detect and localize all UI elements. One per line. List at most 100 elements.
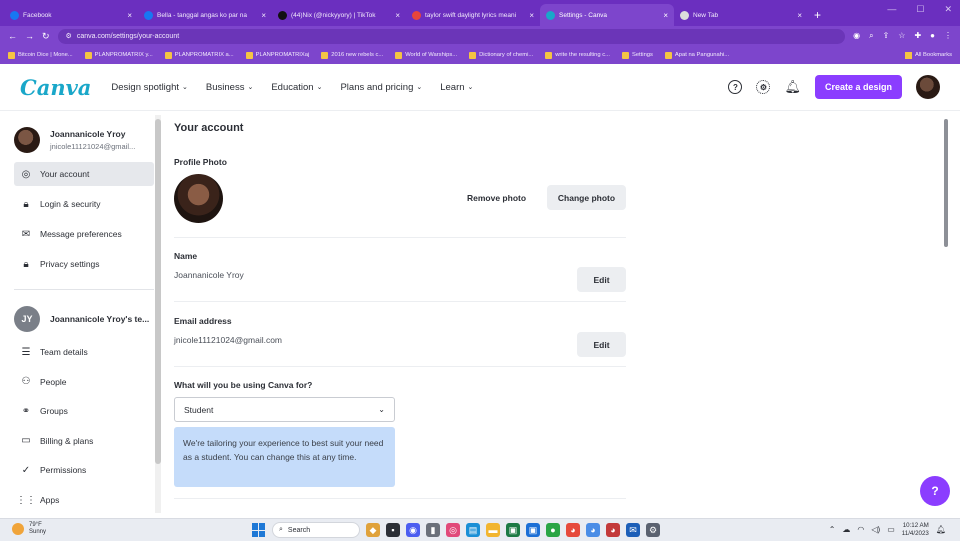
sidebar-item[interactable]: ◎ Your account bbox=[14, 162, 154, 186]
close-tab-icon[interactable]: × bbox=[395, 11, 400, 20]
clock-date: 11/4/2023 bbox=[901, 529, 929, 537]
account-avatar[interactable] bbox=[916, 75, 940, 99]
bookmark-item[interactable]: Dictionary of chemi... bbox=[469, 51, 533, 59]
notification-bell-icon[interactable]: 🔔︎ bbox=[936, 525, 946, 534]
url-field[interactable]: ⚙ canva.com/settings/your-account bbox=[57, 28, 846, 44]
nav-item[interactable]: Plans and pricing ⌄ bbox=[340, 82, 422, 93]
sidebar-scrollbar[interactable] bbox=[155, 115, 161, 513]
sidebar-item[interactable]: 🔒︎ Privacy settings bbox=[14, 252, 154, 276]
team-switcher[interactable]: JY Joannanicole Yroy's te... bbox=[14, 306, 149, 332]
bookmark-item[interactable]: World of Warships... bbox=[395, 51, 457, 59]
maximize-icon[interactable]: ☐ bbox=[916, 4, 924, 15]
sidebar-item[interactable]: ⚭ Groups bbox=[14, 399, 154, 423]
sidebar-item[interactable]: ✉ Message preferences bbox=[14, 222, 154, 246]
bookmark-item[interactable]: PLANPROMATRIXaj bbox=[245, 51, 309, 59]
sidebar-scroll-thumb[interactable] bbox=[155, 119, 161, 464]
nav-item[interactable]: Education ⌄ bbox=[271, 82, 322, 93]
store-icon[interactable]: ▤ bbox=[466, 523, 480, 537]
back-icon[interactable]: ← bbox=[8, 31, 17, 41]
chrome-icon[interactable]: ◕ bbox=[586, 523, 600, 537]
chrome-icon[interactable]: ◕ bbox=[606, 523, 620, 537]
sidebar-item[interactable]: ✓ Permissions bbox=[14, 458, 154, 482]
chrome-icon[interactable]: ◕ bbox=[566, 523, 580, 537]
sidebar-item[interactable]: ▭ Billing & plans bbox=[14, 429, 154, 453]
nav-item[interactable]: Business ⌄ bbox=[206, 82, 253, 93]
clock[interactable]: 10:12 AM 11/4/2023 bbox=[902, 522, 929, 537]
close-window-icon[interactable]: ✕ bbox=[944, 4, 952, 15]
bookmark-item[interactable]: Apat na Pangunahi... bbox=[664, 51, 729, 59]
browser-tab[interactable]: New Tab × bbox=[674, 4, 808, 26]
media-icon[interactable]: ◎ bbox=[446, 523, 460, 537]
profile-icon[interactable]: ● bbox=[930, 31, 935, 41]
remove-photo-button[interactable]: Remove photo bbox=[467, 193, 526, 203]
bookmark-item[interactable]: write the resulting c... bbox=[545, 51, 610, 59]
close-tab-icon[interactable]: × bbox=[663, 11, 668, 20]
bookmark-item[interactable]: PLANPROMATRIX y... bbox=[84, 51, 153, 59]
widgets-icon[interactable]: ▮ bbox=[426, 523, 440, 537]
weather-widget[interactable]: 79°F Sunny bbox=[12, 522, 46, 536]
nav-item[interactable]: Design spotlight ⌄ bbox=[111, 82, 187, 93]
page-scrollbar-thumb[interactable] bbox=[944, 119, 948, 247]
wifi-icon[interactable]: ◠ bbox=[857, 525, 864, 534]
all-bookmarks[interactable]: All Bookmarks bbox=[904, 51, 952, 59]
sidebar-item[interactable]: ⚇ People bbox=[14, 370, 154, 394]
site-info-icon[interactable]: ⚙ bbox=[66, 32, 72, 40]
email-label: Email address bbox=[174, 316, 232, 326]
messenger-icon[interactable]: ● bbox=[546, 523, 560, 537]
bookmark-item[interactable]: PLANPROMATRIX a... bbox=[164, 51, 234, 59]
settings-gear-icon[interactable]: ⚙ bbox=[756, 80, 771, 94]
create-design-button[interactable]: Create a design bbox=[814, 75, 902, 99]
browser-tab[interactable]: Bella - tanggal angas ko par na × bbox=[138, 4, 272, 26]
edit-name-button[interactable]: Edit bbox=[577, 267, 626, 292]
new-tab-button[interactable]: + bbox=[814, 4, 821, 26]
bookmark-item[interactable]: Settings bbox=[621, 51, 653, 59]
nav-item[interactable]: Learn ⌄ bbox=[440, 82, 473, 93]
sidebar-item[interactable]: ⋮⋮ Apps bbox=[14, 488, 154, 512]
sidebar-item[interactable]: 🔒︎ Login & security bbox=[14, 192, 154, 216]
nav-label: Business bbox=[205, 81, 245, 93]
task-view-icon[interactable]: ▪ bbox=[386, 523, 400, 537]
close-tab-icon[interactable]: × bbox=[529, 11, 534, 20]
change-photo-button[interactable]: Change photo bbox=[547, 185, 626, 210]
browser-tab[interactable]: (44)Nix (@nickyyory) | TikTok × bbox=[272, 4, 406, 26]
sidebar-item[interactable]: ☰ Team details bbox=[14, 340, 154, 364]
copilot-icon[interactable]: ◆ bbox=[366, 523, 380, 537]
close-tab-icon[interactable]: × bbox=[797, 11, 802, 20]
bookmark-item[interactable]: Bitcoin Dice | Mone... bbox=[8, 51, 73, 59]
battery-icon[interactable]: ▭ bbox=[887, 525, 895, 534]
sidebar-item-label: People bbox=[40, 376, 67, 387]
extensions-icon[interactable]: ✚ bbox=[914, 31, 921, 41]
outlook-icon[interactable]: ✉ bbox=[626, 523, 640, 537]
share-icon[interactable]: ⇪ bbox=[883, 31, 890, 41]
zoom-icon[interactable]: ⌕ bbox=[869, 31, 873, 41]
browser-tab[interactable]: Facebook × bbox=[4, 4, 138, 26]
settings-icon[interactable]: ⚙ bbox=[646, 523, 660, 537]
browser-tab[interactable]: taylor swift daylight lyrics meani × bbox=[406, 4, 540, 26]
edit-email-button[interactable]: Edit bbox=[577, 332, 626, 357]
chevron-up-icon[interactable]: ⌃ bbox=[829, 525, 836, 534]
help-icon[interactable]: ? bbox=[728, 80, 743, 94]
minimize-icon[interactable]: — bbox=[887, 4, 896, 15]
google-lens-icon[interactable]: ◉ bbox=[853, 31, 860, 41]
close-tab-icon[interactable]: × bbox=[261, 11, 266, 20]
bookmark-star-icon[interactable]: ☆ bbox=[898, 31, 905, 41]
close-tab-icon[interactable]: × bbox=[127, 11, 132, 20]
bookmark-item[interactable]: 2016 new rebels c... bbox=[321, 51, 383, 59]
app-icon[interactable]: ▣ bbox=[526, 523, 540, 537]
cloud-icon[interactable]: ☁ bbox=[842, 525, 850, 534]
menu-icon[interactable]: ⋮ bbox=[944, 31, 952, 41]
browser-tab[interactable]: Settings - Canva × bbox=[540, 4, 674, 26]
usage-select[interactable]: Student ⌄ bbox=[174, 397, 395, 422]
volume-icon[interactable]: ◁) bbox=[871, 525, 880, 534]
taskbar-search[interactable]: ⌕ Search bbox=[272, 522, 360, 538]
file-explorer-icon[interactable]: ▬ bbox=[486, 523, 500, 537]
bookmark-favicon-icon bbox=[164, 51, 172, 59]
app-icon[interactable]: ▣ bbox=[506, 523, 520, 537]
start-button[interactable] bbox=[252, 523, 266, 537]
notifications-bell-icon[interactable]: 🔔︎ bbox=[784, 79, 801, 95]
canva-logo[interactable]: Canva bbox=[20, 75, 91, 100]
help-button[interactable]: ? bbox=[920, 476, 950, 506]
reload-icon[interactable]: ↻ bbox=[42, 31, 50, 42]
forward-icon[interactable]: → bbox=[25, 31, 34, 41]
chat-icon[interactable]: ◉ bbox=[406, 523, 420, 537]
